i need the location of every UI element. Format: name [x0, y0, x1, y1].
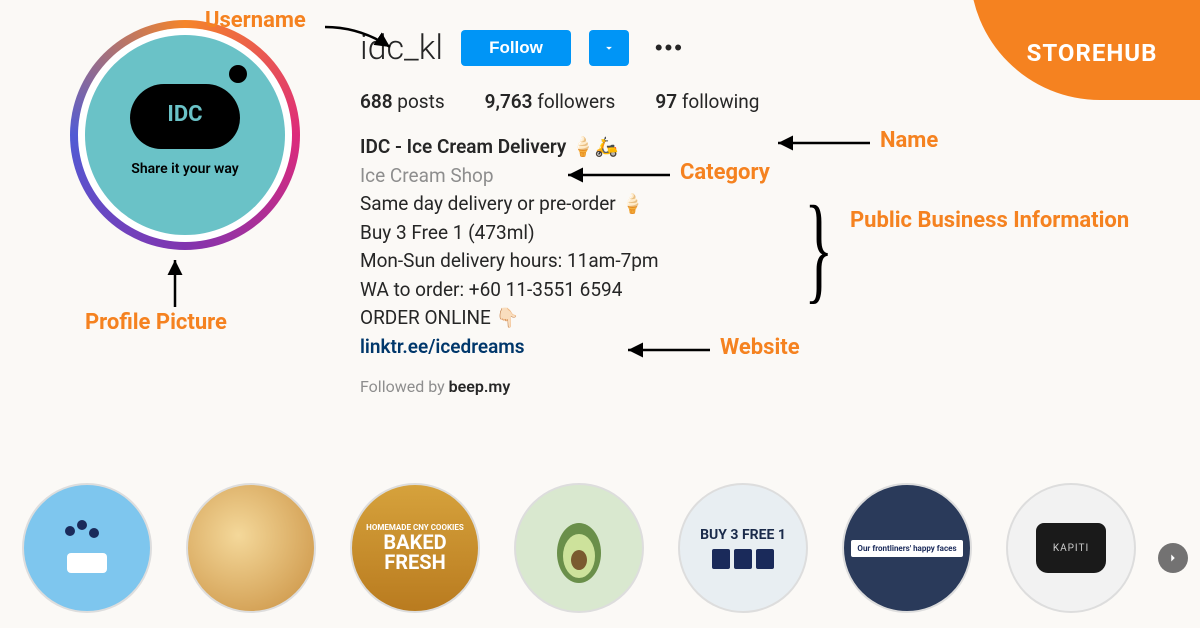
avatar: IDC Share it your way [85, 35, 285, 235]
follow-button[interactable]: Follow [461, 30, 571, 66]
bio-line-5: ORDER ONLINE 👇🏻 [360, 304, 1160, 333]
highlight-5-title: BUY 3 FREE 1 [700, 527, 786, 543]
highlights-next-button[interactable] [1158, 543, 1188, 573]
avatar-story-inner: IDC Share it your way [78, 28, 292, 242]
stat-following[interactable]: 97 following [655, 90, 759, 113]
website-link[interactable]: linktr.ee/icedreams [360, 335, 525, 358]
avatar-logo-text: IDC [130, 102, 240, 127]
highlight-3[interactable]: HOMEMADE CNY COOKIES BAKED FRESH [350, 483, 480, 613]
chevron-down-icon [602, 41, 616, 55]
stats-row: 688 posts 9,763 followers 97 following [360, 90, 1160, 113]
category: Ice Cream Shop [360, 162, 1160, 191]
highlight-1[interactable] [22, 483, 152, 613]
avatar-tagline: Share it your way [131, 161, 238, 177]
avatar-logo-cloud: IDC [130, 84, 240, 149]
stat-followers[interactable]: 9,763 followers [485, 90, 616, 113]
highlight-3-title: BAKED FRESH [352, 532, 478, 572]
highlight-1-thumb [52, 513, 122, 583]
highlight-4[interactable] [514, 483, 644, 613]
highlight-6-caption: Our frontliners' happy faces [851, 540, 962, 557]
stat-posts: 688 posts [360, 90, 445, 113]
chevron-right-icon [1166, 551, 1180, 565]
avocado-icon [549, 508, 609, 588]
followed-by-user[interactable]: beep.my [449, 377, 511, 396]
highlight-6[interactable]: Our frontliners' happy faces [842, 483, 972, 613]
avatar-container: IDC Share it your way [70, 20, 300, 399]
more-options-button[interactable]: ••• [647, 31, 692, 65]
bio-line-4: WA to order: +60 11-3551 6594 [360, 276, 1160, 305]
highlight-2[interactable] [186, 483, 316, 613]
avatar-story-ring[interactable]: IDC Share it your way [70, 20, 300, 250]
story-highlights: HOMEMADE CNY COOKIES BAKED FRESH BUY 3 F… [22, 483, 1200, 613]
display-name: IDC - Ice Cream Delivery 🍦🛵 [360, 133, 1160, 162]
bio-line-2: Buy 3 Free 1 (473ml) [360, 219, 1160, 248]
bio-line-3: Mon-Sun delivery hours: 11am-7pm [360, 247, 1160, 276]
highlight-7[interactable]: KAPITI [1006, 483, 1136, 613]
suggested-dropdown-button[interactable] [589, 30, 629, 66]
username: idc_kl [360, 28, 443, 68]
brand-name: STOREHUB [1027, 39, 1158, 67]
highlight-7-label: KAPITI [1053, 543, 1089, 554]
bio: IDC - Ice Cream Delivery 🍦🛵 Ice Cream Sh… [360, 133, 1160, 399]
highlight-5[interactable]: BUY 3 FREE 1 [678, 483, 808, 613]
followed-by: Followed by beep.my [360, 375, 1160, 399]
bio-line-1: Same day delivery or pre-order 🍦 [360, 190, 1160, 219]
annotation-brace: } [804, 200, 833, 296]
